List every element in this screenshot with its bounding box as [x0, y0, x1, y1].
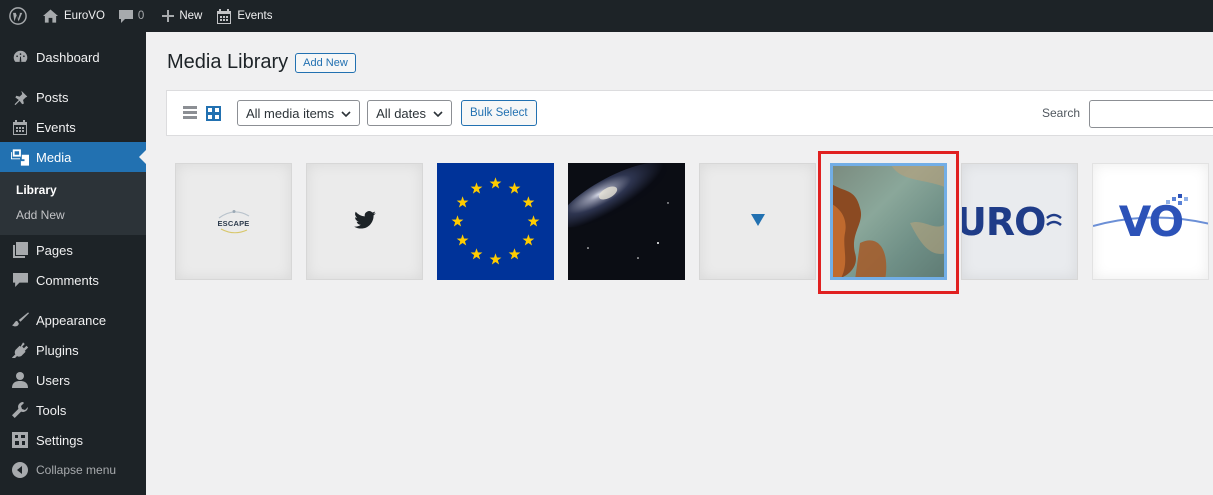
search-label: Search [1042, 106, 1081, 120]
new-content-link[interactable]: New [155, 0, 209, 32]
menu-label: Posts [36, 89, 69, 105]
menu-events[interactable]: Events [0, 112, 146, 142]
page-title: Media Library [167, 51, 289, 73]
triangle-down-icon [750, 214, 765, 229]
menu-label: Settings [36, 432, 83, 448]
menu-settings[interactable]: Settings [0, 425, 146, 455]
menu-comments[interactable]: Comments [0, 265, 146, 295]
menu-media[interactable]: Media [0, 142, 146, 172]
page-heading: Media Library Add New [167, 51, 356, 74]
site-name-link[interactable]: EuroVO [36, 0, 112, 32]
wordpress-logo-icon[interactable] [0, 0, 36, 32]
chevron-down-icon [341, 106, 351, 121]
bulk-select-button[interactable]: Bulk Select [461, 100, 537, 126]
collapse-menu-button[interactable]: Collapse menu [0, 455, 146, 485]
plugin-icon [10, 340, 30, 360]
media-item-file[interactable] [699, 163, 816, 280]
menu-label: Events [36, 119, 76, 135]
brush-icon [10, 310, 30, 330]
menu-dashboard[interactable]: Dashboard [0, 42, 146, 72]
wave-icon [1046, 213, 1063, 226]
search-input[interactable] [1089, 100, 1213, 128]
dashboard-icon [10, 47, 30, 67]
media-item-eurovo-logo[interactable]: URO [961, 163, 1078, 280]
menu-posts[interactable]: Posts [0, 82, 146, 112]
collapse-label: Collapse menu [36, 463, 117, 477]
media-type-value: All media items [246, 105, 335, 121]
media-type-filter[interactable]: All media items [237, 100, 361, 126]
menu-label: Plugins [36, 342, 79, 358]
media-submenu: Library Add New [0, 172, 146, 235]
pixel-dots-icon [1166, 194, 1188, 205]
media-item-eu-flag[interactable] [437, 163, 554, 280]
menu-users[interactable]: Users [0, 365, 146, 395]
comment-icon [10, 270, 30, 290]
menu-appearance[interactable]: Appearance [0, 305, 146, 335]
media-item-vo-logo[interactable]: VO [1092, 163, 1209, 280]
calendar-icon [10, 117, 30, 137]
calendar-icon [216, 8, 232, 24]
eu-flag-image [437, 163, 554, 280]
wrench-icon [10, 400, 30, 420]
date-filter-value: All dates [376, 105, 427, 121]
menu-label: Users [36, 372, 70, 388]
events-label: Events [237, 10, 273, 22]
escape-logo: ESCAPE [217, 209, 251, 234]
date-filter[interactable]: All dates [367, 100, 453, 126]
users-icon [10, 370, 30, 390]
site-name: EuroVO [64, 10, 105, 22]
media-icon [10, 147, 30, 167]
eurovo-logo-text: URO [961, 199, 1046, 244]
media-item-twitter[interactable] [306, 163, 423, 280]
menu-plugins[interactable]: Plugins [0, 335, 146, 365]
settings-icon [10, 430, 30, 450]
galaxy-image [568, 163, 685, 280]
main-content: Media Library Add New All media items Al… [146, 32, 1213, 495]
menu-label: Dashboard [36, 49, 100, 65]
escape-logo-text: ESCAPE [217, 219, 250, 228]
chevron-down-icon [433, 106, 443, 121]
menu-pages[interactable]: Pages [0, 235, 146, 265]
submenu-add-new[interactable]: Add New [0, 203, 146, 228]
pin-icon [10, 87, 30, 107]
admin-sidebar: Dashboard Posts Events Media Library Add… [0, 32, 146, 495]
submenu-library[interactable]: Library [0, 178, 146, 203]
new-label: New [179, 10, 203, 22]
media-item-galaxy[interactable] [568, 163, 685, 280]
selection-highlight-box [818, 151, 959, 294]
collapse-arrow-icon [10, 460, 30, 480]
twitter-icon [353, 211, 376, 232]
admin-bar: EuroVO 0 New Events [0, 0, 1213, 32]
home-icon [43, 9, 58, 23]
grid-view-icon[interactable] [204, 104, 222, 122]
menu-label: Tools [36, 402, 67, 418]
media-toolbar: All media items All dates Bulk Select Se… [166, 90, 1213, 136]
media-item-escape-logo[interactable]: ESCAPE [175, 163, 292, 280]
comments-link[interactable]: 0 [112, 0, 151, 32]
menu-label: Pages [36, 242, 73, 258]
page-icon [10, 240, 30, 260]
menu-label: Media [36, 149, 72, 165]
menu-label: Appearance [36, 312, 107, 328]
plus-icon [162, 10, 175, 22]
menu-label: Comments [36, 272, 99, 288]
comment-icon [118, 9, 133, 23]
comments-count: 0 [137, 10, 145, 22]
menu-tools[interactable]: Tools [0, 395, 146, 425]
list-view-icon[interactable] [181, 104, 199, 122]
add-new-button[interactable]: Add New [295, 52, 356, 73]
events-link[interactable]: Events [209, 0, 279, 32]
